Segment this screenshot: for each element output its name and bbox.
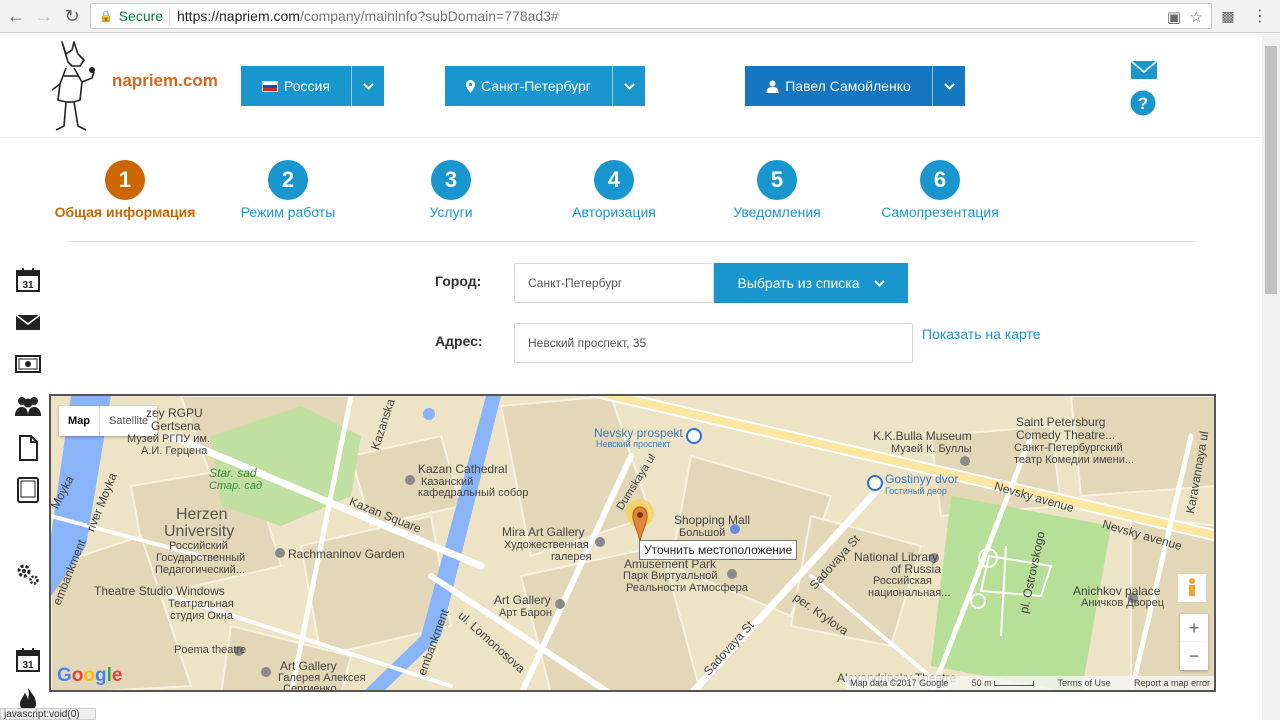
google-logo: Google [57,665,123,686]
address-field[interactable]: Невский проспект, 35 [514,323,913,363]
calendar-icon[interactable]: 31 [14,266,42,294]
map-label: А.И. Герцена [141,445,208,457]
address-bar[interactable]: 🔒 Secure https://napriem.com/company/mai… [90,3,1212,29]
map-label: Mira Art Gallery [502,525,585,539]
city-dropdown[interactable]: Санкт-Петербург [445,66,645,106]
chevron-down-icon[interactable] [612,66,645,106]
map-label: кафедральный собор [418,487,529,499]
city-label: Город: [435,273,482,289]
calendar-icon-2[interactable]: 31 [14,646,42,674]
step-authorization[interactable]: 4 Авторизация [529,160,699,220]
map-type-map[interactable]: Map [59,406,100,436]
map-label: Большой [679,527,726,539]
menu-icon[interactable]: ⋮ [1250,6,1270,26]
map-label: Kazan Cathedral [418,462,508,476]
chevron-down-icon[interactable] [932,66,965,106]
lock-icon: 🔒 [99,10,113,23]
user-icon [766,80,779,93]
map-label: Rachmaninov Garden [288,547,405,561]
browser-toolbar: ← → ↻ 🔒 Secure https://napriem.com/compa… [0,0,1280,33]
step-notifications[interactable]: 5 Уведомления [692,160,862,220]
chevron-down-icon [873,279,885,287]
map-label: Theatre Studio Windows [94,584,225,598]
users-icon[interactable] [14,392,42,420]
map-label: K.K.Bulla Museum [873,429,972,443]
step-general-info[interactable]: 1 Общая информация [40,160,210,220]
russia-flag-icon [262,80,279,92]
fox-logo-icon[interactable] [44,38,100,132]
address-label: Адрес: [435,333,483,349]
map-label: Стар. сад [209,480,263,492]
step-services[interactable]: 3 Услуги [366,160,536,220]
report-error-link[interactable]: Report a map error [1134,678,1210,688]
map-label: театр Комедии имени... [1014,454,1135,466]
show-on-map-link[interactable]: Показать на карте [922,326,1041,342]
page-scrollbar[interactable] [1262,34,1280,720]
user-dropdown[interactable]: Павел Самойленко [745,66,965,106]
forward-icon[interactable]: → [34,6,54,26]
step-schedule[interactable]: 2 Режим работы [203,160,373,220]
reload-icon[interactable]: ↻ [62,6,82,26]
mail-icon[interactable] [1130,60,1158,80]
svg-text:?: ? [1138,94,1148,113]
site-header: napriem.com Россия Санкт-Петербург Павел… [0,34,1262,138]
google-map[interactable]: Map Satellite zey RGPU Gertsena Музей РГ… [49,394,1216,692]
map-marker-icon [466,79,476,93]
map-label: галерея [551,551,592,563]
translate-icon[interactable]: ▣ [1167,8,1181,26]
map-label: Аничков Дворец [1081,597,1165,609]
tablet-icon[interactable] [14,476,42,504]
scrollbar-thumb[interactable] [1265,46,1277,294]
url-separator [169,8,170,25]
settings-gears-icon[interactable] [14,560,42,588]
steps-divider [66,241,1196,242]
zoom-in-button[interactable]: + [1180,614,1208,642]
map-label: Музей К. Буллы [891,443,972,455]
document-icon[interactable] [14,434,42,462]
map-label: Педагогический... [155,564,245,576]
refine-location-tooltip: Уточнить местоположение [639,540,798,560]
country-dropdown[interactable]: Россия [241,66,384,106]
map-label: Poema theatre [174,644,247,656]
extension-icon[interactable]: ▩ [1218,6,1238,26]
map-label: Невский проспект [596,439,671,449]
map-label: Herzen [176,506,228,523]
help-icon[interactable]: ? [1130,90,1156,116]
map-label: Сергиенко [283,683,337,692]
browser-status-bar: javascript:void(0) [0,708,96,720]
pick-from-list-button[interactable]: Выбрать из списка [714,263,908,303]
scale-bar: 50 m [972,678,1035,688]
brand-name[interactable]: napriem.com [112,71,218,91]
chevron-down-icon[interactable] [351,66,384,106]
map-label: Shopping Mall [674,513,751,527]
city-field[interactable]: Санкт-Петербург [514,263,714,303]
map-label: студия Окна [170,610,233,622]
map-type-control[interactable]: Map Satellite [59,406,158,436]
svg-text:31: 31 [22,660,34,671]
bookmark-star-icon[interactable]: ☆ [1190,8,1203,26]
map-label: University [164,523,235,540]
map-label: Гостиный двор [885,486,947,496]
zoom-out-button[interactable]: − [1180,642,1208,670]
map-footer: Map data ©2017 Google 50 m Terms of Use … [845,676,1214,690]
secure-indicator[interactable]: 🔒 Secure [99,8,163,24]
envelope-icon[interactable] [14,308,42,336]
step-self-presentation[interactable]: 6 Самопрезентация [855,160,1025,220]
map-label: Comedy Theatre... [1016,428,1116,442]
map-label: национальная... [868,587,951,599]
money-icon[interactable] [14,350,42,378]
map-label: Star. sad [209,466,257,480]
terms-link[interactable]: Terms of Use [1058,678,1111,688]
map-label: Art Gallery [494,593,551,607]
map-label: Реальности Атмосфера [626,582,748,594]
map-label: Gertsena [151,419,201,433]
back-icon[interactable]: ← [6,6,26,26]
url-text[interactable]: https://napriem.com/company/maininfo?sub… [177,8,559,24]
map-label: Арт Барон [499,607,552,619]
svg-text:31: 31 [22,280,34,291]
